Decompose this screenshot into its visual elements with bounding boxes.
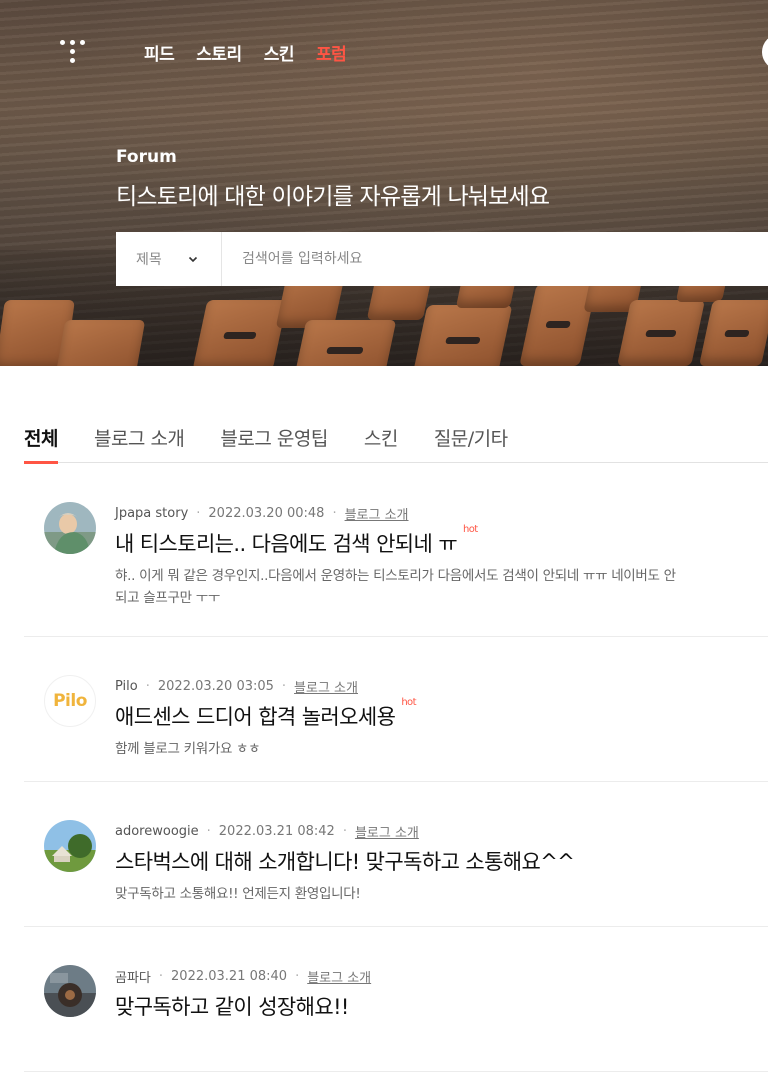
hot-badge: hot [463,524,478,535]
post-date: 2022.03.20 00:48 [208,506,325,521]
avatar[interactable]: Pilo [44,675,96,727]
nav-item-feed[interactable]: 피드 [144,40,175,65]
post-title-text: 맞구독하고 같이 성장해요!! [115,995,349,1019]
post-category-link[interactable]: 블로그 소개 [345,504,409,523]
tab-qna-etc[interactable]: 질문/기타 [434,420,508,463]
post-author[interactable]: Pilo [115,679,138,694]
search-scope-select[interactable]: 제목 [116,232,222,286]
post-title[interactable]: 내 티스토리는.. 다음에도 검색 안되네 ㅠ hot [115,524,478,558]
tistory-logo-icon[interactable] [58,38,88,66]
avatar-logo-text: Pilo [53,691,87,711]
avatar[interactable] [44,502,96,554]
post-author[interactable]: adorewoogie [115,824,199,839]
list-item: adorewoogie · 2022.03.21 08:42 · 블로그 소개 … [24,782,768,927]
background-chair [293,320,397,366]
chevron-down-icon [188,256,197,263]
post-category-link[interactable]: 블로그 소개 [307,967,371,986]
post-author[interactable]: Jpapa story [115,506,188,521]
list-item: Jpapa story · 2022.03.20 00:48 · 블로그 소개 … [24,464,768,637]
avatar[interactable] [44,965,96,1017]
post-excerpt[interactable]: 맞구독하고 소통해요!! 언제든지 환영입니다! [115,883,680,905]
post-title[interactable]: 맞구독하고 같이 성장해요!! [115,991,349,1021]
hot-badge: hot [401,697,416,708]
post-excerpt[interactable]: 햐.. 이게 뭐 같은 경우인지..다음에서 운영하는 티스토리가 다음에서도 … [115,565,680,609]
avatar[interactable] [44,820,96,872]
post-title-text: 애드센스 드디어 합격 놀러오세용 [115,705,396,729]
tab-blog-tips[interactable]: 블로그 운영팁 [220,420,328,463]
background-chair [54,320,146,366]
post-list: Jpapa story · 2022.03.20 00:48 · 블로그 소개 … [24,464,768,1072]
background-chair [616,300,706,366]
nav-item-skin[interactable]: 스킨 [264,40,295,65]
post-date: 2022.03.21 08:42 [218,824,335,839]
page-title: Forum [116,147,177,167]
post-meta: Pilo · 2022.03.20 03:05 · 블로그 소개 [115,677,358,696]
search-scope-label: 제목 [136,252,162,268]
post-title-text: 내 티스토리는.. 다음에도 검색 안되네 ㅠ [115,532,458,556]
tab-blog-intro[interactable]: 블로그 소개 [94,420,185,463]
post-author[interactable]: 곰파다 [115,967,151,986]
page-subtitle: 티스토리에 대한 이야기를 자유롭게 나눠보세요 [116,184,550,210]
list-item: 곰파다 · 2022.03.21 08:40 · 블로그 소개 맞구독하고 같이… [24,927,768,1072]
post-date: 2022.03.21 08:40 [171,969,288,984]
background-chair [192,300,288,366]
post-meta: adorewoogie · 2022.03.21 08:42 · 블로그 소개 [115,822,419,841]
post-meta: 곰파다 · 2022.03.21 08:40 · 블로그 소개 [115,967,372,986]
search-input[interactable] [222,232,768,286]
post-title[interactable]: 스타벅스에 대해 소개합니다! 맞구독하고 소통해요^^ [115,846,575,876]
tab-all[interactable]: 전체 [24,420,58,464]
post-excerpt[interactable]: 함께 블로그 키워가요 ㅎㅎ [115,738,680,760]
post-title[interactable]: 애드센스 드디어 합격 놀러오세용 hot [115,697,416,731]
list-item: Pilo Pilo · 2022.03.20 03:05 · 블로그 소개 애드… [24,637,768,782]
global-nav: 피드 스토리 스킨 포럼 [144,40,347,65]
forum-search-bar: 제목 [116,232,768,286]
post-date: 2022.03.20 03:05 [157,679,274,694]
background-chair [412,305,513,366]
category-tabs: 전체 블로그 소개 블로그 운영팁 스킨 질문/기타 [24,420,768,464]
forum-hero-banner: 피드 스토리 스킨 포럼 Forum 티스토리에 대한 이야기를 자유롭게 나눠… [0,0,768,366]
post-category-link[interactable]: 블로그 소개 [294,677,358,696]
nav-item-story[interactable]: 스토리 [196,40,242,65]
tab-skin[interactable]: 스킨 [364,420,398,463]
post-title-text: 스타벅스에 대해 소개합니다! 맞구독하고 소통해요^^ [115,850,575,874]
nav-item-forum[interactable]: 포럼 [316,40,347,65]
post-meta: Jpapa story · 2022.03.20 00:48 · 블로그 소개 [115,504,409,523]
post-category-link[interactable]: 블로그 소개 [355,822,419,841]
